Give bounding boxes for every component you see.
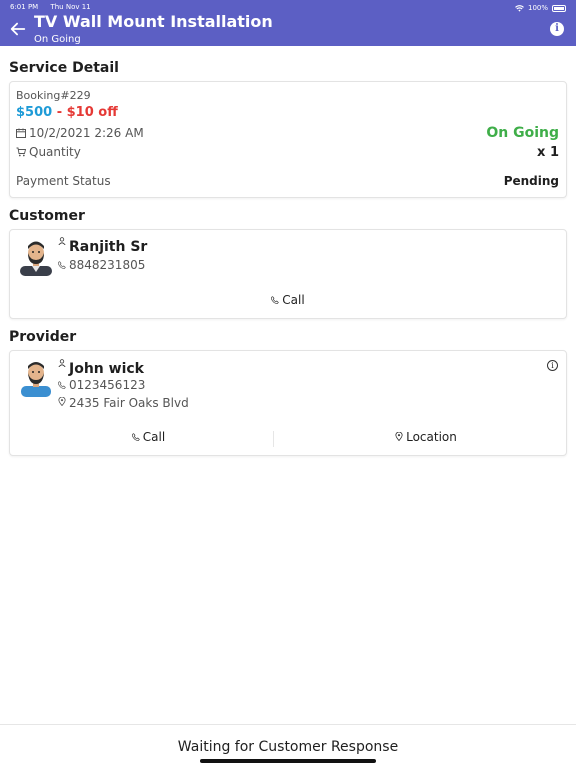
service-section-title: Service Detail [9,60,119,76]
battery-percent: 100% [527,4,548,12]
provider-info-icon[interactable]: i [547,360,558,371]
provider-name-row: John wick [58,359,144,377]
status-date: Thu Nov 11 [50,3,91,11]
button-divider [273,431,274,447]
customer-section-title: Customer [9,208,85,224]
payment-status-label: Payment Status [16,174,111,188]
customer-phone: 8848231805 [69,258,146,272]
person-icon [58,359,66,367]
booking-id: Booking#229 [16,89,91,102]
price: $500 [16,105,53,120]
provider-phone-row: 0123456123 [58,378,145,392]
phone-icon [58,381,66,389]
phone-icon [131,433,140,441]
customer-name: Ranjith Sr [69,239,148,255]
quantity-label: Quantity [29,145,81,159]
app-bar: 6:01 PM Thu Nov 11 100% TV Wall Mount In… [0,0,576,46]
back-arrow-icon[interactable] [9,20,27,38]
customer-call-button[interactable]: Call [10,293,566,307]
provider-location-button[interactable]: Location [287,430,565,444]
customer-avatar [20,241,52,276]
provider-card: John wick i 0123456123 2435 Fair Oaks Bl… [9,350,567,456]
location-pin-icon [395,432,403,441]
phone-icon [58,261,66,269]
customer-phone-row: 8848231805 [58,258,145,272]
provider-name: John wick [69,361,144,377]
provider-address-row: 2435 Fair Oaks Blvd [58,396,189,410]
customer-card: Ranjith Sr 8848231805 Call [9,229,567,319]
service-card: Booking#229 $500 - $10 off 10/2/2021 2:2… [9,81,567,198]
price-separator: - [52,105,67,120]
wifi-icon [515,4,524,12]
provider-address: 2435 Fair Oaks Blvd [69,396,189,410]
quantity-row: Quantity [16,145,81,159]
datetime-text: 10/2/2021 2:26 AM [29,126,144,140]
status-badge: On Going [486,125,559,141]
waiting-status-text: Waiting for Customer Response [177,739,399,755]
page-subtitle: On Going [34,34,81,45]
booking-datetime: 10/2/2021 2:26 AM [16,126,144,140]
location-pin-icon [58,397,66,406]
price-line: $500 - $10 off [16,105,118,120]
customer-call-label: Call [282,293,305,307]
status-time: 6:01 PM [10,3,39,11]
customer-name-row: Ranjith Sr [58,237,147,255]
person-icon [58,237,66,245]
provider-call-button[interactable]: Call [10,430,287,444]
phone-icon [271,296,280,304]
quantity-value: x 1 [537,145,559,160]
home-indicator[interactable] [200,759,376,763]
cart-icon [16,147,26,157]
page-title: TV Wall Mount Installation [34,12,273,31]
calendar-icon [16,128,26,138]
provider-location-label: Location [406,430,457,444]
battery-icon [552,4,566,12]
info-icon[interactable]: i [550,22,564,36]
provider-section-title: Provider [9,329,77,345]
provider-phone: 0123456123 [69,378,146,392]
provider-call-label: Call [142,430,166,444]
payment-status-value: Pending [503,174,559,188]
provider-avatar [21,362,51,397]
discount: $10 off [66,105,118,120]
